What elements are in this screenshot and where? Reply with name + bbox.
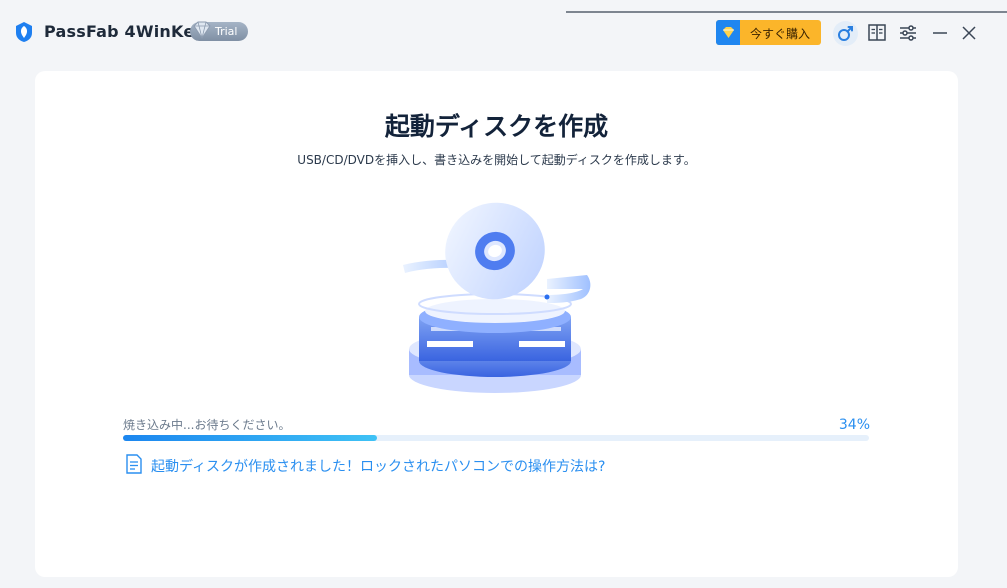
buy-now-button[interactable]: 今すぐ購入	[716, 20, 821, 45]
diamond-icon	[193, 21, 211, 39]
progress-bar	[123, 435, 869, 441]
minimize-icon[interactable]	[929, 22, 951, 44]
burning-disc-illustration	[403, 202, 591, 393]
help-link-text: 起動ディスクが作成されました！ロックされたパソコンでの操作方法は?	[151, 459, 606, 475]
app-title: PassFab 4WinKey	[44, 22, 206, 41]
trial-badge: Trial	[190, 21, 248, 41]
progress-status-label: 焼き込み中...お待ちください。	[123, 418, 291, 432]
document-icon	[126, 454, 142, 474]
page-title: 起動ディスクを作成	[384, 112, 609, 141]
settings-sliders-icon[interactable]	[897, 22, 919, 44]
main-card: 起動ディスクを作成 USB/CD/DVDを挿入し、書き込みを開始して起動ディスク…	[35, 71, 958, 577]
close-icon[interactable]	[958, 22, 980, 44]
app-logo-icon	[16, 22, 32, 42]
page-subtitle: USB/CD/DVDを挿入し、書き込みを開始して起動ディスクを作成します。	[297, 153, 696, 167]
book-icon[interactable]	[866, 22, 888, 44]
buy-now-label: 今すぐ購入	[750, 27, 811, 41]
diamond-icon	[723, 27, 734, 38]
progress-percent: 34%	[838, 417, 870, 433]
user-icon[interactable]	[833, 21, 858, 46]
trial-label: Trial	[215, 25, 238, 38]
title-bar: PassFab 4WinKey Trial 今すぐ購入	[0, 13, 1007, 51]
progress-bar-fill	[123, 435, 377, 441]
window-top-edge	[0, 0, 1007, 13]
